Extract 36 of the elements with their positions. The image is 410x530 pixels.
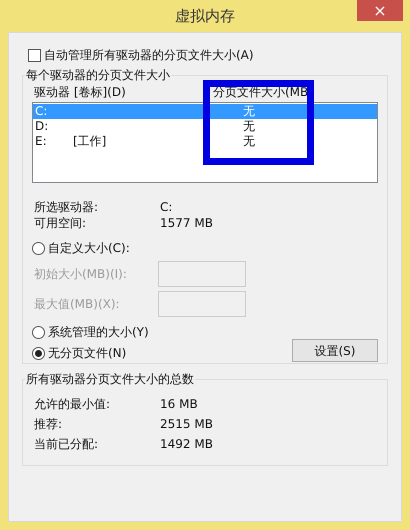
total-value: 16 MB <box>160 396 198 413</box>
drive-letter: C: <box>34 104 48 119</box>
radio-button[interactable] <box>32 242 45 254</box>
total-value: 2515 MB <box>160 416 213 433</box>
column-header: 分页文件大小(MB <box>213 84 308 101</box>
checkbox[interactable] <box>28 48 41 62</box>
set-button[interactable]: 设置(S) <box>292 339 378 362</box>
drive-label: [工作] <box>73 134 108 149</box>
radio-label: 系统管理的大小(Y) <box>48 324 149 341</box>
radio-label: 无分页文件(N) <box>48 345 126 362</box>
total-label: 推荐: <box>33 416 64 433</box>
info-value: C: <box>160 199 172 216</box>
group-title: 所有驱动器分页文件大小的总数 <box>25 371 195 388</box>
drive-row[interactable]: E: [工作] 无 <box>33 134 377 149</box>
field-label: 最大值(MB)(X): <box>33 296 121 313</box>
close-button[interactable]: × <box>357 0 403 21</box>
size-value: 无 <box>243 104 255 119</box>
drive-letter: E: <box>34 134 48 149</box>
size-value: 无 <box>243 134 255 149</box>
size-value: 无 <box>243 119 255 134</box>
field-label: 初始大小(MB)(I): <box>33 266 128 283</box>
info-value: 1577 MB <box>160 215 213 232</box>
radio-button[interactable] <box>32 346 45 360</box>
total-label: 允许的最小值: <box>33 396 112 413</box>
drive-row[interactable]: D: 无 <box>33 119 377 134</box>
radio-label: 自定义大小(C): <box>48 240 130 257</box>
total-label: 当前已分配: <box>33 436 100 453</box>
column-header: 驱动器 [卷标](D) <box>33 84 127 101</box>
total-value: 1492 MB <box>160 436 213 453</box>
drive-letter: D: <box>34 119 50 134</box>
radio-button[interactable] <box>32 326 45 338</box>
info-label: 可用空间: <box>33 215 88 232</box>
window-title: 虚拟内存 <box>175 6 235 27</box>
group-title: 每个驱动器的分页文件大小 <box>25 67 171 84</box>
info-label: 所选驱动器: <box>33 199 100 216</box>
checkbox-label: 自动管理所有驱动器的分页文件大小(A) <box>44 47 254 64</box>
